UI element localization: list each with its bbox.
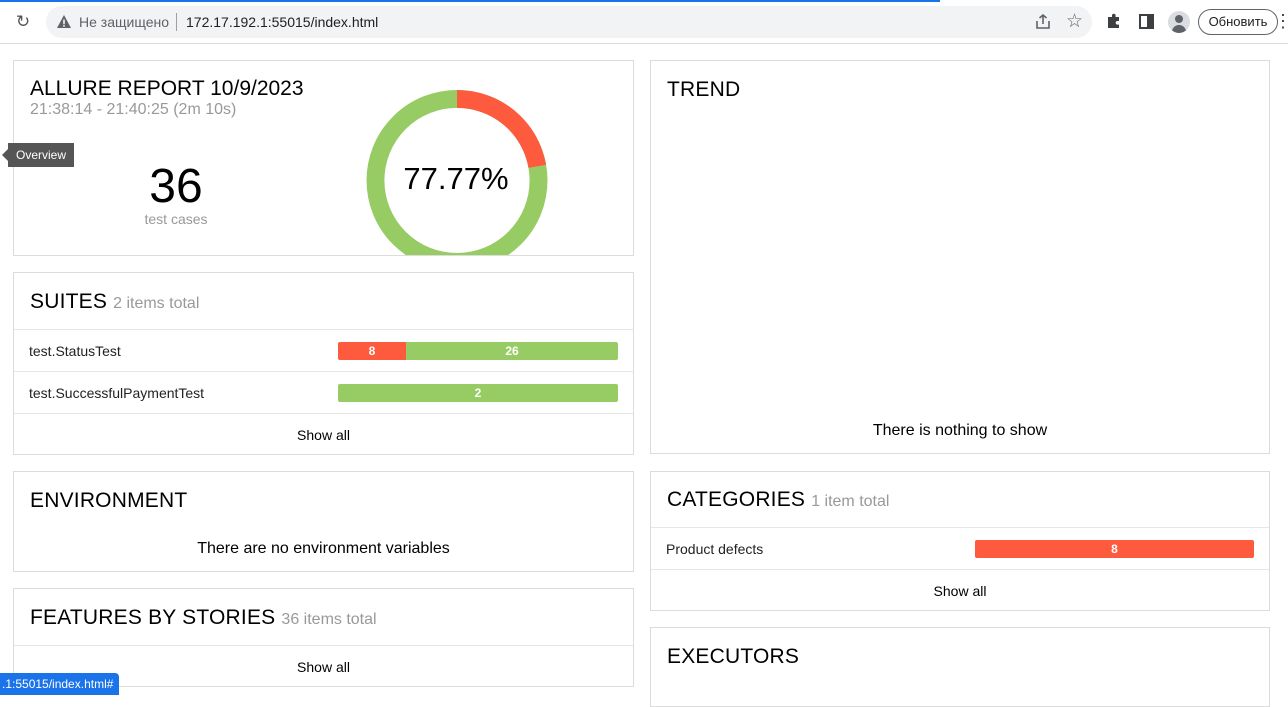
summary-widget: ALLURE REPORT 10/9/2023 21:38:14 - 21:40… (13, 60, 634, 256)
address-bar[interactable]: Не защищено 172.17.192.1:55015/index.htm… (46, 6, 1092, 38)
environment-widget: ENVIRONMENT There are no environment var… (13, 471, 634, 572)
suites-title: SUITES (30, 290, 108, 313)
more-menu-icon[interactable]: ⋮ (1274, 12, 1288, 30)
suite-passed-bar[interactable]: 26 (406, 342, 618, 360)
overview-tooltip: Overview (1, 143, 75, 167)
test-cases-count: 36 (149, 160, 203, 213)
environment-empty-message: There are no environment variables (197, 540, 450, 557)
suite-name: test.SuccessfulPaymentTest (29, 385, 205, 401)
suite-failed-bar[interactable]: 8 (338, 342, 406, 360)
category-failed-bar[interactable]: 8 (975, 540, 1254, 558)
categories-title-wrap: CATEGORIES 1 item total (667, 488, 889, 512)
trend-widget: TREND There is nothing to show (650, 60, 1270, 454)
executors-title: EXECUTORS (667, 645, 800, 668)
loading-progress-line (0, 0, 940, 2)
suites-count: 2 items total (113, 295, 200, 312)
share-icon[interactable] (1034, 13, 1052, 31)
warning-icon[interactable] (56, 14, 72, 30)
features-title-wrap: FEATURES BY STORIES 36 items total (30, 606, 377, 630)
suites-title-wrap: SUITES 2 items total (30, 290, 199, 314)
url-text[interactable]: 172.17.192.1:55015/index.html (186, 14, 378, 30)
success-rate: 77.77% (403, 161, 509, 196)
browser-toolbar: ↻ Не защищено 172.17.192.1:55015/index.h… (0, 0, 1288, 44)
categories-widget: CATEGORIES 1 item total Product defects … (650, 471, 1270, 611)
suites-footer: Show all (14, 413, 633, 455)
report-time-range: 21:38:14 - 21:40:25 (2m 10s) (30, 101, 237, 118)
extensions-puzzle-icon[interactable] (1105, 12, 1123, 30)
categories-show-all-link[interactable]: Show all (651, 583, 1269, 599)
reload-icon[interactable]: ↻ (12, 11, 34, 33)
bookmark-star-icon[interactable]: ☆ (1066, 10, 1083, 33)
category-name: Product defects (666, 541, 764, 557)
trend-empty-message: There is nothing to show (872, 422, 1048, 439)
trend-title: TREND (667, 78, 741, 101)
side-panel-icon[interactable] (1139, 14, 1154, 29)
categories-title: CATEGORIES (667, 488, 806, 511)
test-cases-label: test cases (144, 211, 208, 227)
suite-passed-bar[interactable]: 2 (338, 384, 618, 402)
status-bar-url: .1:55015/index.html# (0, 673, 120, 695)
profile-avatar[interactable] (1168, 11, 1190, 33)
suite-row[interactable]: test.SuccessfulPaymentTest 2 (14, 371, 633, 413)
features-count: 36 items total (281, 611, 377, 628)
insecure-label[interactable]: Не защищено (79, 14, 169, 30)
suites-show-all-link[interactable]: Show all (14, 427, 633, 443)
suites-widget: SUITES 2 items total test.StatusTest 8 2… (13, 272, 634, 455)
report-title: ALLURE REPORT 10/9/2023 (30, 77, 304, 100)
features-title: FEATURES BY STORIES (30, 606, 276, 629)
category-row[interactable]: Product defects 8 (651, 527, 1269, 569)
omnibox-divider (176, 13, 177, 31)
suite-name: test.StatusTest (29, 343, 121, 359)
categories-footer: Show all (651, 569, 1269, 611)
update-button[interactable]: Обновить (1198, 9, 1278, 35)
donut-failed-arc[interactable] (456, 89, 547, 169)
categories-count: 1 item total (811, 493, 890, 510)
suite-row[interactable]: test.StatusTest 8 26 (14, 329, 633, 371)
environment-title: ENVIRONMENT (30, 489, 188, 512)
executors-widget: EXECUTORS (650, 627, 1270, 707)
